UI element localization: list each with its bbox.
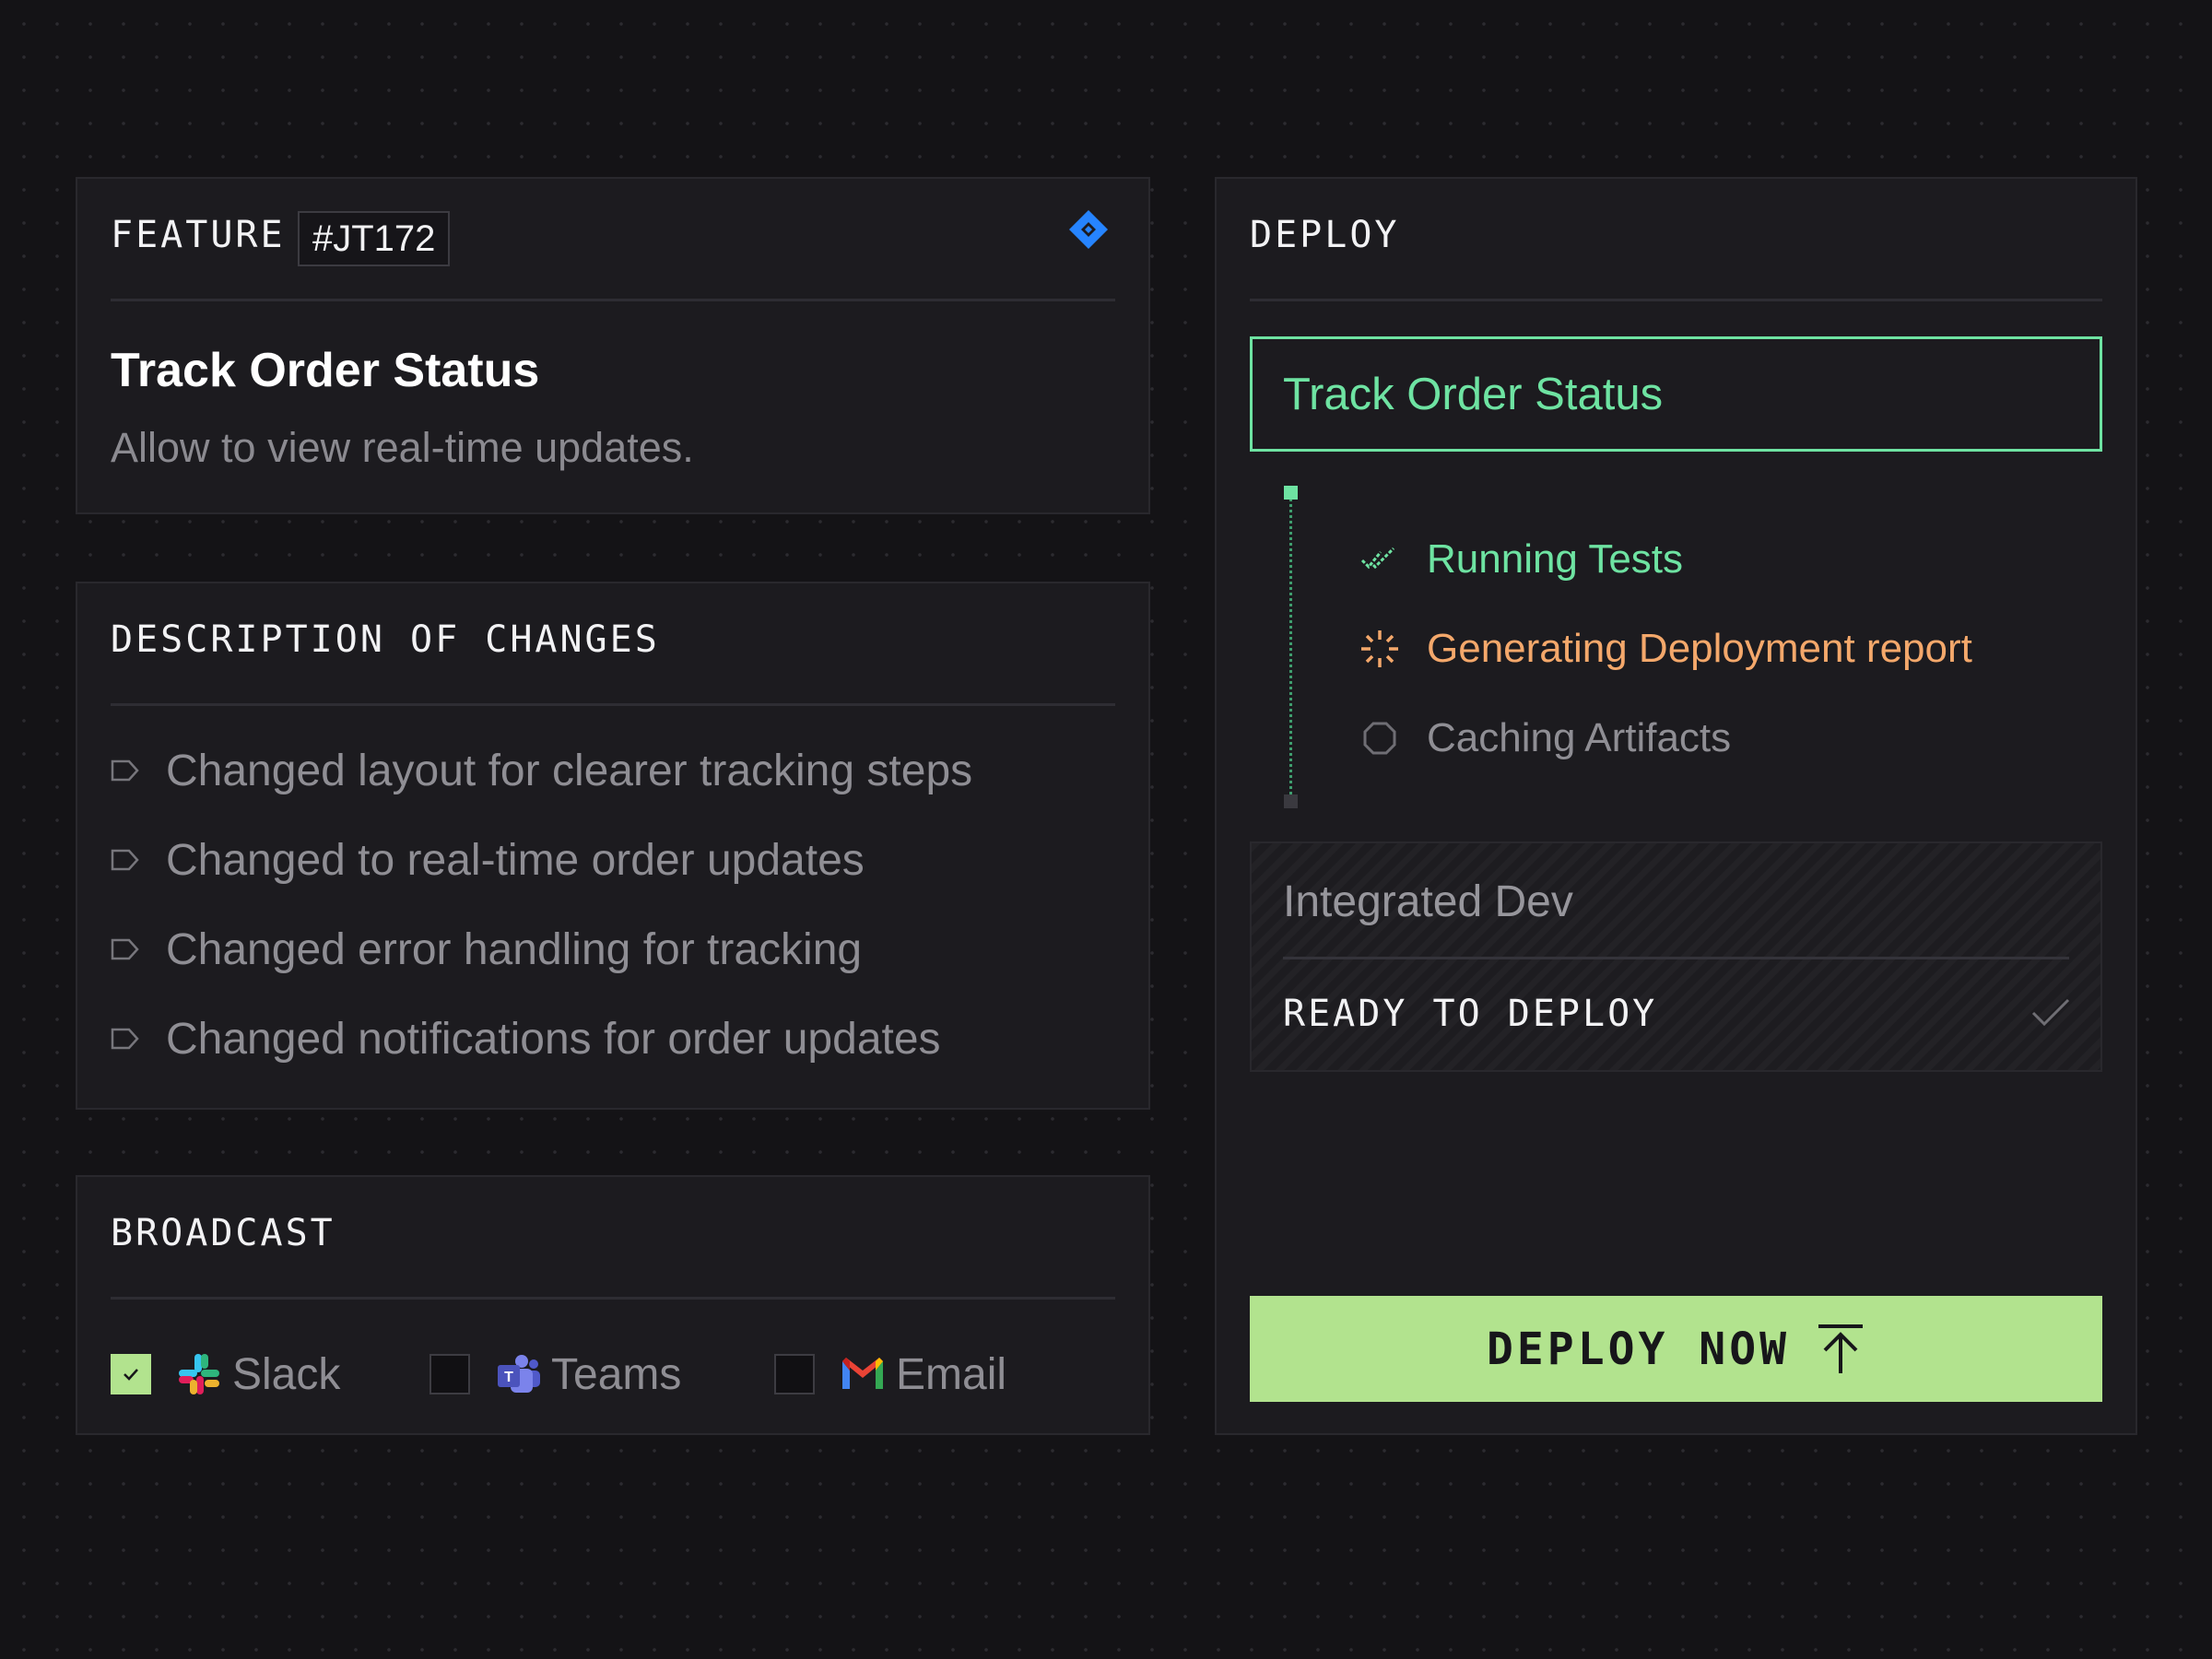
environment-name: Integrated Dev	[1283, 877, 1573, 926]
deploy-button-label: DEPLOY NOW	[1487, 1323, 1790, 1375]
step-label: Caching Artifacts	[1427, 715, 1732, 760]
upload-arrow-icon	[1818, 1324, 1863, 1373]
pipeline-timeline	[1289, 492, 1292, 806]
slack-checkbox[interactable]	[111, 1354, 151, 1394]
broadcast-panel: BROADCAST Slack T Teams Email	[76, 1175, 1150, 1435]
change-text: Changed layout for clearer tracking step…	[166, 747, 973, 795]
deploy-header: DEPLOY	[1250, 179, 2102, 301]
ticket-badge[interactable]: #JT172	[298, 211, 451, 266]
jira-icon[interactable]	[1067, 208, 1110, 251]
tag-icon	[111, 849, 139, 871]
check-icon	[2031, 998, 2070, 1027]
environment-divider	[1283, 957, 2069, 959]
gmail-icon	[842, 1358, 883, 1389]
teams-checkbox[interactable]	[429, 1354, 470, 1394]
double-check-icon	[1360, 547, 1395, 570]
pipeline-step-report: Generating Deployment report	[1359, 621, 1972, 677]
pending-circle-icon	[1363, 722, 1396, 755]
channel-email[interactable]: Email	[774, 1345, 1006, 1404]
pipeline-step-caching: Caching Artifacts	[1359, 711, 1731, 766]
step-label: Running Tests	[1427, 536, 1684, 582]
channel-label: Email	[896, 1349, 1007, 1399]
email-checkbox[interactable]	[774, 1354, 815, 1394]
feature-header: FEATURE #JT172	[111, 179, 1115, 301]
deploy-now-button[interactable]: DEPLOY NOW	[1250, 1296, 2102, 1402]
tag-icon	[111, 759, 139, 782]
feature-heading: FEATURE	[111, 214, 286, 256]
change-text: Changed to real-time order updates	[166, 836, 865, 885]
change-list-item: Changed notifications for order updates	[111, 1014, 1130, 1103]
timeline-start-marker	[1284, 486, 1298, 500]
change-text: Changed error handling for tracking	[166, 925, 863, 974]
channel-label: Slack	[232, 1349, 341, 1399]
slack-icon	[179, 1354, 219, 1394]
step-label: Generating Deployment report	[1427, 626, 1972, 671]
change-list-item: Changed layout for clearer tracking step…	[111, 746, 1130, 835]
pipeline-step-running-tests: Running Tests	[1359, 532, 1683, 587]
teams-icon: T	[498, 1355, 540, 1393]
tag-icon	[111, 1028, 139, 1050]
broadcast-header: BROADCAST	[111, 1177, 1115, 1300]
spinner-icon	[1361, 630, 1398, 667]
tag-icon	[111, 938, 139, 960]
change-text: Changed notifications for order updates	[166, 1015, 941, 1064]
deploy-target-title: Track Order Status	[1283, 369, 1664, 419]
channel-teams[interactable]: T Teams	[429, 1345, 681, 1404]
environment-card[interactable]: Integrated Dev READY TO DEPLOY	[1250, 841, 2102, 1072]
deploy-heading: DEPLOY	[1250, 214, 1400, 256]
timeline-end-marker	[1284, 794, 1298, 808]
deploy-target[interactable]: Track Order Status	[1250, 336, 2102, 452]
change-list-item: Changed to real-time order updates	[111, 835, 1130, 924]
change-list-item: Changed error handling for tracking	[111, 924, 1130, 1014]
environment-status: READY TO DEPLOY	[1283, 993, 1658, 1035]
broadcast-heading: BROADCAST	[111, 1212, 335, 1254]
feature-title: Track Order Status	[111, 344, 540, 397]
changes-heading: DESCRIPTION OF CHANGES	[111, 618, 660, 661]
svg-text:T: T	[504, 1370, 513, 1385]
check-icon	[124, 1369, 138, 1381]
feature-panel: FEATURE #JT172 Track Order Status Allow …	[76, 177, 1150, 514]
channel-label: Teams	[551, 1349, 682, 1399]
change-list: Changed layout for clearer tracking step…	[111, 746, 1130, 1103]
deploy-panel: DEPLOY Track Order Status Running Tests	[1215, 177, 2137, 1435]
feature-subtitle: Allow to view real-time updates.	[111, 424, 694, 471]
changes-header: DESCRIPTION OF CHANGES	[111, 583, 1115, 706]
changes-panel: DESCRIPTION OF CHANGES Changed layout fo…	[76, 582, 1150, 1110]
channel-slack[interactable]: Slack	[111, 1345, 340, 1404]
